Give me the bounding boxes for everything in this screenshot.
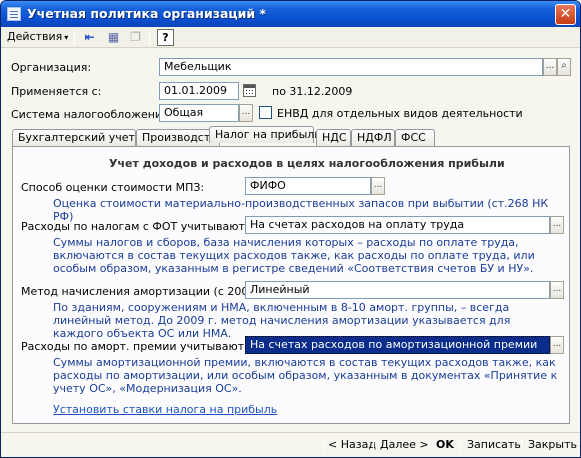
fot-field[interactable]: На счетах расходов на оплату труда bbox=[245, 216, 550, 234]
bonus-hint: Суммы амортизационной премии, включаются… bbox=[53, 356, 558, 395]
tab-production[interactable]: Производство bbox=[136, 129, 223, 146]
back-arrow-icon[interactable]: ⇤ bbox=[81, 29, 98, 46]
fot-hint: Суммы налогов и сборов, база начисления … bbox=[53, 236, 535, 275]
back-button[interactable]: < Назад bbox=[328, 438, 376, 451]
save-button[interactable]: Записать bbox=[467, 438, 521, 451]
bonus-label: Расходы по аморт. премии учитываются: bbox=[21, 340, 261, 353]
footer-separator bbox=[459, 439, 460, 452]
tab-fss[interactable]: ФСС bbox=[395, 129, 435, 146]
footer-separator bbox=[373, 439, 374, 452]
tax-system-field[interactable]: Общая bbox=[159, 104, 239, 122]
envd-label: ЕНВД для отдельных видов деятельности bbox=[277, 107, 523, 120]
organization-field[interactable]: Мебельщик bbox=[159, 58, 543, 76]
search-icon[interactable]: ⌕ bbox=[557, 58, 571, 76]
depreciation-field[interactable]: Линейный bbox=[245, 281, 550, 299]
window-form-icon bbox=[7, 7, 21, 21]
footer-separator bbox=[323, 439, 324, 452]
organization-select-button[interactable]: ... bbox=[543, 58, 557, 76]
tax-system-label: Система налогообложения: bbox=[11, 108, 173, 121]
toolbar-separator bbox=[149, 30, 150, 45]
applies-from-date-field[interactable]: 01.01.2009 bbox=[159, 82, 239, 100]
mpz-select-button[interactable]: ... bbox=[371, 177, 385, 195]
bonus-field[interactable]: На счетах расходов по амортизационной пр… bbox=[245, 336, 550, 354]
set-tax-rates-link[interactable]: Установить ставки налога на прибыль bbox=[53, 403, 277, 416]
bonus-select-button[interactable]: ... bbox=[550, 336, 564, 354]
actions-menu-button[interactable]: Действия ▾ bbox=[7, 30, 68, 43]
document-structure-icon[interactable]: ▦ bbox=[105, 29, 122, 46]
tab-income-tax[interactable]: Налог на прибыль bbox=[209, 126, 321, 143]
window-title: Учетная политика организаций * bbox=[27, 6, 267, 21]
depreciation-label: Метод начисления амортизации (с 2009 г.)… bbox=[21, 285, 277, 298]
calendar-icon[interactable] bbox=[243, 84, 256, 97]
help-icon[interactable]: ? bbox=[157, 29, 174, 46]
mpz-field[interactable]: ФИФО bbox=[245, 177, 371, 195]
envd-checkbox[interactable] bbox=[259, 106, 272, 119]
fot-label: Расходы по налогам с ФОТ учитываются: bbox=[21, 220, 262, 233]
copy-icon[interactable]: ❐ bbox=[127, 29, 144, 46]
close-window-button[interactable]: ✕ bbox=[555, 4, 576, 25]
actions-label: Действия bbox=[7, 30, 63, 43]
chevron-down-icon: ▾ bbox=[64, 33, 69, 42]
footer-bar: < Назад Далее > OK Записать Закрыть bbox=[1, 432, 580, 457]
policy-window: Учетная политика организаций * ✕ Действи… bbox=[0, 0, 581, 458]
applies-until-text: по 31.12.2009 bbox=[272, 85, 353, 98]
toolbar-separator bbox=[74, 30, 75, 45]
close-button[interactable]: Закрыть bbox=[528, 438, 577, 451]
footer-separator bbox=[429, 439, 430, 452]
tax-system-select-button[interactable]: ... bbox=[239, 104, 253, 122]
section-title: Учет доходов и расходов в целях налогооб… bbox=[109, 157, 505, 170]
depreciation-hint: По зданиям, сооружениям и НМА, включенны… bbox=[53, 301, 511, 340]
organization-label: Организация: bbox=[11, 61, 92, 74]
ok-button[interactable]: OK bbox=[436, 438, 454, 451]
tab-accounting[interactable]: Бухгалтерский учет bbox=[12, 129, 136, 146]
next-button[interactable]: Далее > bbox=[380, 438, 429, 451]
depreciation-select-button[interactable]: ... bbox=[550, 281, 564, 299]
applies-from-label: Применяется с: bbox=[11, 85, 102, 98]
fot-select-button[interactable]: ... bbox=[550, 216, 564, 234]
toolbar: Действия ▾ ⇤ ▦ ❐ ? bbox=[1, 27, 580, 48]
title-bar[interactable]: Учетная политика организаций * ✕ bbox=[1, 1, 580, 27]
footer-separator bbox=[521, 439, 522, 452]
tab-vat[interactable]: НДС bbox=[316, 129, 351, 146]
mpz-label: Способ оценки стоимости МПЗ: bbox=[21, 181, 205, 194]
tab-ndfl[interactable]: НДФЛ bbox=[351, 129, 395, 146]
